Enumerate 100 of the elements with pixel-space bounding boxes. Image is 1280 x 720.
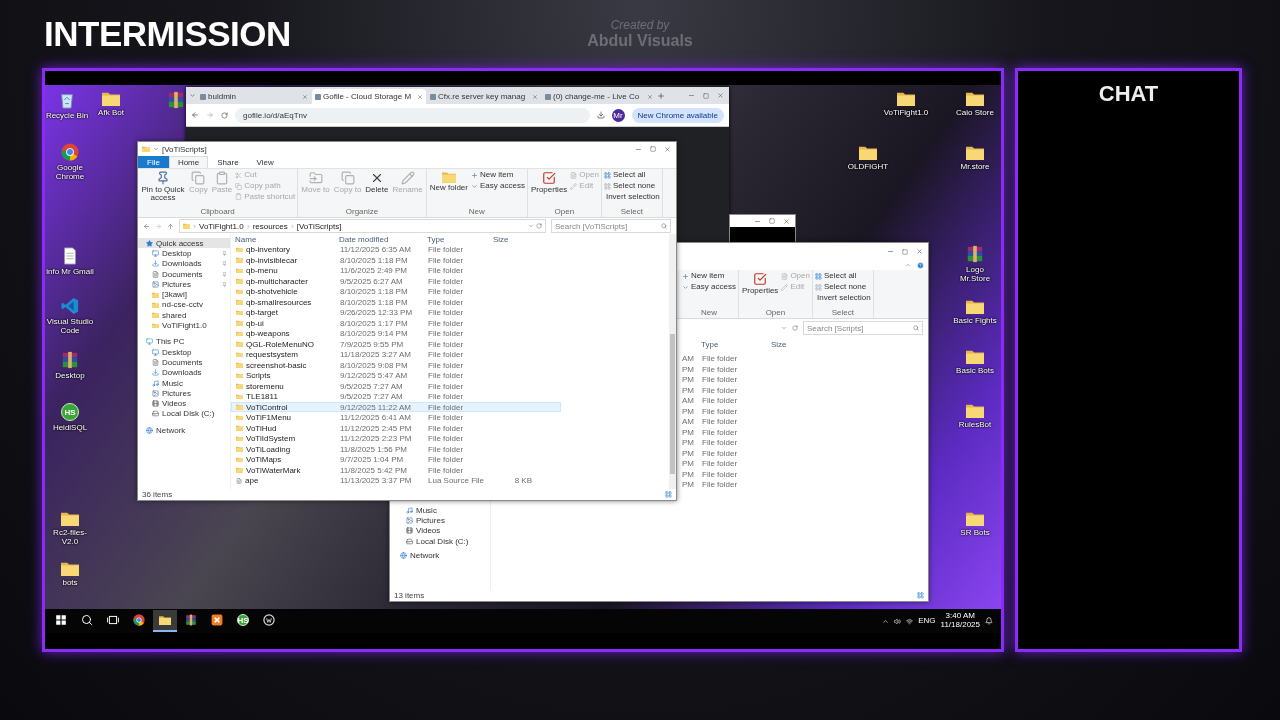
file-row[interactable]: qb-ui 8/10/2025 1:17 PM File folder [231, 317, 561, 328]
address-bar[interactable]: VoTiFight1.0 resources [VoTiScripts] [179, 219, 546, 233]
file-row[interactable]: VoTiLoading 11/8/2025 1:56 PM File folder [231, 443, 561, 454]
file-row[interactable]: qb-shotvehicle 8/10/2025 1:18 PM File folder [231, 286, 561, 297]
file-row[interactable]: qb-menu 11/6/2025 2:49 PM File folder [231, 265, 561, 276]
close-icon[interactable] [417, 93, 423, 100]
ribbon-tab[interactable]: File [138, 156, 169, 168]
browser-tab[interactable]: Cfx.re server key manag [427, 89, 541, 104]
desktop-icon-label[interactable]: info Mr Gmail [46, 267, 94, 277]
desktop-icon-label[interactable]: HeidiSQL [52, 423, 88, 433]
scrollbar[interactable] [669, 234, 676, 489]
desktop-icon-label[interactable]: RulesBot [958, 420, 992, 430]
file-row[interactable]: qb-target 9/26/2025 12:33 PM File folder [231, 307, 561, 318]
desktop-icon-label[interactable]: OLDFIGHT [847, 162, 889, 172]
search-field[interactable]: Search [VoTiScripts] [551, 219, 671, 233]
refresh-icon[interactable] [792, 325, 798, 331]
collapse-icon[interactable] [905, 262, 911, 268]
help-icon[interactable] [917, 261, 924, 269]
reload-icon[interactable] [221, 111, 228, 119]
new-tab-icon[interactable] [657, 91, 665, 100]
view-toggle-icon[interactable] [665, 491, 672, 498]
desktop-icon-label[interactable]: Basic Fights [953, 316, 997, 326]
close-icon[interactable] [783, 217, 790, 225]
desktop-icon-label[interactable]: VoTiFight1.0 [883, 108, 929, 118]
file-row[interactable]: VoTiControl 9/12/2025 11:22 AM File folder [231, 401, 561, 412]
column-header[interactable]: Type [427, 234, 493, 244]
nav-item[interactable]: shared [138, 310, 230, 321]
maximize-icon[interactable] [902, 248, 908, 255]
nav-item[interactable]: This PC [138, 336, 230, 347]
ribbon-button[interactable]: Easy access [682, 282, 736, 292]
minimize-icon[interactable] [887, 248, 894, 255]
nav-item[interactable]: Downloads [138, 258, 230, 269]
nav-item[interactable]: Pictures [138, 279, 230, 290]
speaker-icon[interactable] [894, 617, 902, 625]
clock-time[interactable]: 3:40 AM [945, 612, 975, 621]
nav-item[interactable]: Local Disk (C:) [390, 535, 490, 547]
file-row[interactable]: storemenu 9/5/2025 7:27 AM File folder [231, 380, 561, 391]
desktop-icon-label[interactable]: Logo Mr.Store [950, 265, 1000, 284]
ribbon-button[interactable]: New item [470, 171, 525, 180]
desktop-icon-label[interactable]: Google Chrome [45, 163, 95, 182]
clock-date[interactable]: 11/18/2025 [940, 621, 980, 630]
nav-item[interactable]: Music [390, 505, 490, 516]
desktop-icon-label[interactable]: SR Bots [960, 528, 990, 538]
nav-item[interactable]: nd-cse-cctv [138, 299, 230, 311]
forward-icon[interactable] [155, 222, 162, 230]
nav-item[interactable]: Documents [138, 357, 230, 368]
browser-tab[interactable]: (0) change-me - Live Co [542, 89, 656, 104]
close-icon[interactable] [302, 93, 308, 100]
ribbon-button[interactable]: Select all [814, 272, 871, 281]
nav-item[interactable]: Pictures [138, 388, 230, 399]
file-row[interactable]: VoTiMaps 9/7/2025 1:04 PM File folder [231, 454, 561, 465]
nav-item[interactable]: Pictures [390, 515, 490, 526]
desktop-icon-label[interactable]: Desktop [55, 371, 85, 381]
nav-item[interactable]: Local Disk (C:) [138, 408, 230, 420]
caret-icon[interactable] [153, 146, 159, 152]
file-row[interactable]: VoTiWaterMark 11/8/2025 5:42 PM File folder [231, 464, 561, 475]
ribbon-button[interactable]: Properties [529, 171, 569, 195]
ribbon-button[interactable]: Select none [814, 282, 871, 292]
ribbon-button[interactable]: Select none [603, 181, 660, 191]
file-row[interactable]: VoTiIdSystem 11/12/2025 2:23 PM File folder [231, 433, 561, 444]
address-bar[interactable]: gofile.io/d/aEqTnv [235, 107, 590, 123]
desktop-icon-label[interactable]: Afk Bot [98, 108, 124, 118]
network-icon[interactable] [906, 617, 914, 625]
search-field[interactable]: Search [Scripts] [803, 321, 923, 335]
file-row[interactable]: requestsystem 11/18/2025 3:27 AM File folder [231, 349, 561, 360]
nav-item[interactable]: Documents [138, 268, 230, 280]
ribbon-tab[interactable]: View [247, 156, 283, 168]
close-icon[interactable] [717, 92, 724, 99]
file-row[interactable]: QGL-RoleMenuNO 7/9/2025 9:55 PM File folder [231, 338, 561, 349]
ribbon-button[interactable]: New item [682, 272, 736, 281]
ribbon-button[interactable]: New folder [428, 171, 469, 193]
minimize-icon[interactable] [688, 92, 695, 99]
close-icon[interactable] [532, 93, 538, 100]
browser-tab[interactable]: buldmin [197, 89, 311, 104]
ribbon-button[interactable]: Invert selection [603, 192, 660, 202]
back-icon[interactable] [143, 222, 150, 230]
download-icon[interactable] [596, 111, 605, 119]
close-icon[interactable] [664, 145, 671, 153]
file-row[interactable]: VoTiF1Menu 11/12/2025 6:41 AM File folder [231, 412, 561, 423]
maximize-icon[interactable] [703, 92, 709, 99]
language-indicator[interactable]: ENG [918, 616, 936, 626]
nav-item[interactable]: [3kawi] [138, 289, 230, 300]
column-header[interactable]: Size [771, 339, 811, 349]
tray-caret-icon[interactable] [882, 617, 890, 625]
nav-item[interactable]: Downloads [138, 367, 230, 378]
up-icon[interactable] [167, 222, 174, 230]
file-row[interactable]: qb-multicharacter 9/5/2025 6:27 AM File folder [231, 275, 561, 286]
file-row[interactable]: VoTiHud 11/12/2025 2:45 PM File folder [231, 422, 561, 433]
ribbon-button[interactable]: Invert selection [814, 293, 871, 303]
close-icon[interactable] [916, 248, 923, 255]
file-row[interactable]: Scripts 9/12/2025 5:47 AM File folder [231, 370, 561, 381]
desktop-icon-label[interactable]: Caio Store [956, 108, 994, 118]
nav-item[interactable]: Network [138, 425, 230, 436]
browser-tab[interactable]: Gofile - Cloud Storage M [312, 89, 426, 104]
file-row[interactable]: qb-weapons 8/10/2025 9:14 PM File folder [231, 328, 561, 339]
desktop-icon-label[interactable]: Basic Bots [956, 366, 994, 376]
ribbon-button[interactable]: Delete [364, 171, 390, 195]
nav-item[interactable]: Quick access [138, 238, 230, 249]
caret-icon[interactable] [781, 325, 787, 331]
back-icon[interactable] [191, 111, 199, 119]
